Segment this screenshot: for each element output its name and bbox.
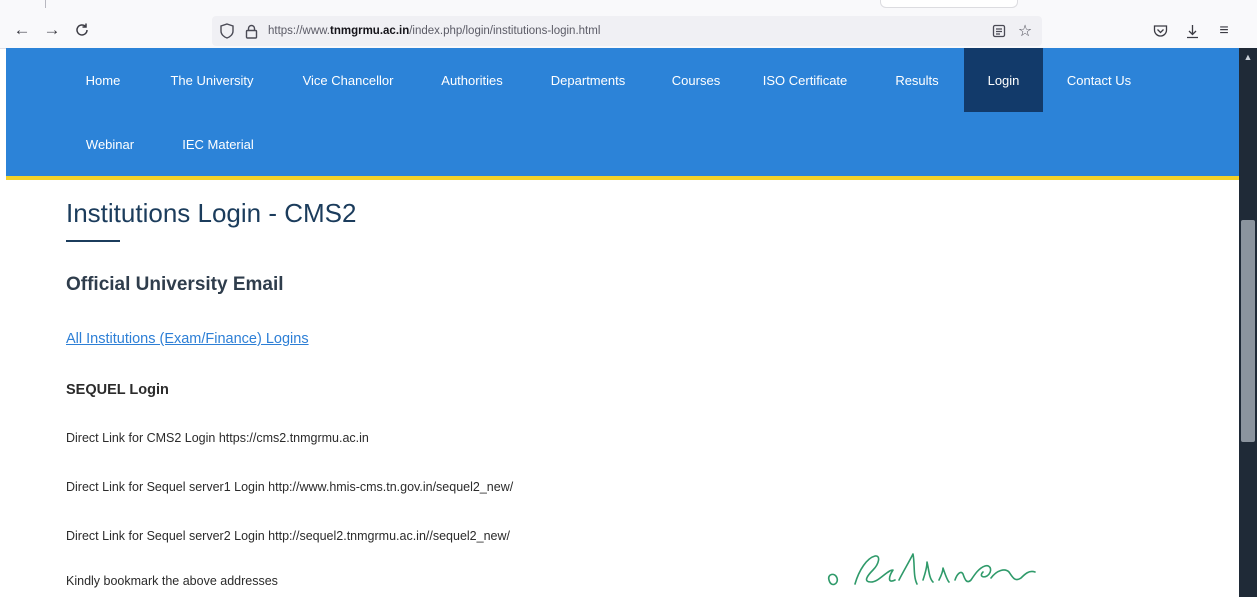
browser-tab[interactable] [880, 0, 1018, 8]
pocket-icon[interactable] [1150, 21, 1170, 41]
browser-toolbar: ← → https://www.tnmgrmu.ac.in/index.php/… [0, 0, 1257, 49]
nav-item-contact-us[interactable]: Contact Us [1054, 48, 1144, 112]
forward-arrow-icon[interactable]: → [40, 18, 64, 42]
lock-icon[interactable] [242, 22, 260, 40]
title-underline [66, 240, 120, 242]
nav-item-login[interactable]: Login [964, 48, 1043, 112]
sequel-server2-link-text: Direct Link for Sequel server2 Login htt… [66, 529, 510, 543]
institutions-logins-link[interactable]: All Institutions (Exam/Finance) Logins [66, 331, 309, 347]
url-prefix: https://www. [268, 25, 330, 37]
nav-item-results[interactable]: Results [885, 48, 949, 112]
sequel-server1-link-text: Direct Link for Sequel server1 Login htt… [66, 480, 514, 494]
hamburger-menu-icon[interactable]: ≡ [1214, 21, 1234, 41]
url-path: /index.php/login/institutions-login.html [409, 25, 601, 37]
nav-item-iso-certificate[interactable]: ISO Certificate [743, 48, 867, 112]
back-arrow-icon[interactable]: ← [10, 18, 34, 42]
nav-item-courses[interactable]: Courses [661, 48, 731, 112]
nav-item-webinar[interactable]: Webinar [76, 112, 144, 176]
url-text[interactable]: https://www.tnmgrmu.ac.in/index.php/logi… [268, 25, 600, 37]
sequel-login-heading: SEQUEL Login [66, 382, 169, 398]
reader-view-icon[interactable] [990, 22, 1008, 40]
nav-item-authorities[interactable]: Authorities [427, 48, 517, 112]
page-title: Institutions Login - CMS2 [66, 198, 357, 228]
nav-item-vice-chancellor[interactable]: Vice Chancellor [287, 48, 409, 112]
address-bar[interactable]: https://www.tnmgrmu.ac.in/index.php/logi… [212, 16, 1042, 46]
download-icon[interactable] [1182, 21, 1202, 41]
url-domain: tnmgrmu.ac.in [330, 25, 410, 37]
tab-divider [45, 0, 46, 8]
tracking-shield-icon[interactable] [218, 22, 236, 40]
bookmark-star-icon[interactable]: ☆ [1016, 22, 1034, 40]
site-navbar: Home The University Vice Chancellor Auth… [6, 48, 1239, 180]
bookmark-note: Kindly bookmark the above addresses [66, 574, 278, 588]
signature-image [827, 553, 1036, 586]
section-heading-email: Official University Email [66, 274, 284, 295]
scrollbar-thumb[interactable] [1241, 220, 1255, 442]
nav-item-departments[interactable]: Departments [536, 48, 640, 112]
cms2-link-text: Direct Link for CMS2 Login https://cms2.… [66, 431, 369, 445]
reload-icon[interactable] [70, 18, 94, 42]
nav-item-home[interactable]: Home [76, 48, 130, 112]
nav-item-iec-material[interactable]: IEC Material [170, 112, 266, 176]
nav-item-the-university[interactable]: The University [157, 48, 267, 112]
scroll-up-icon[interactable]: ▲ [1241, 52, 1255, 64]
